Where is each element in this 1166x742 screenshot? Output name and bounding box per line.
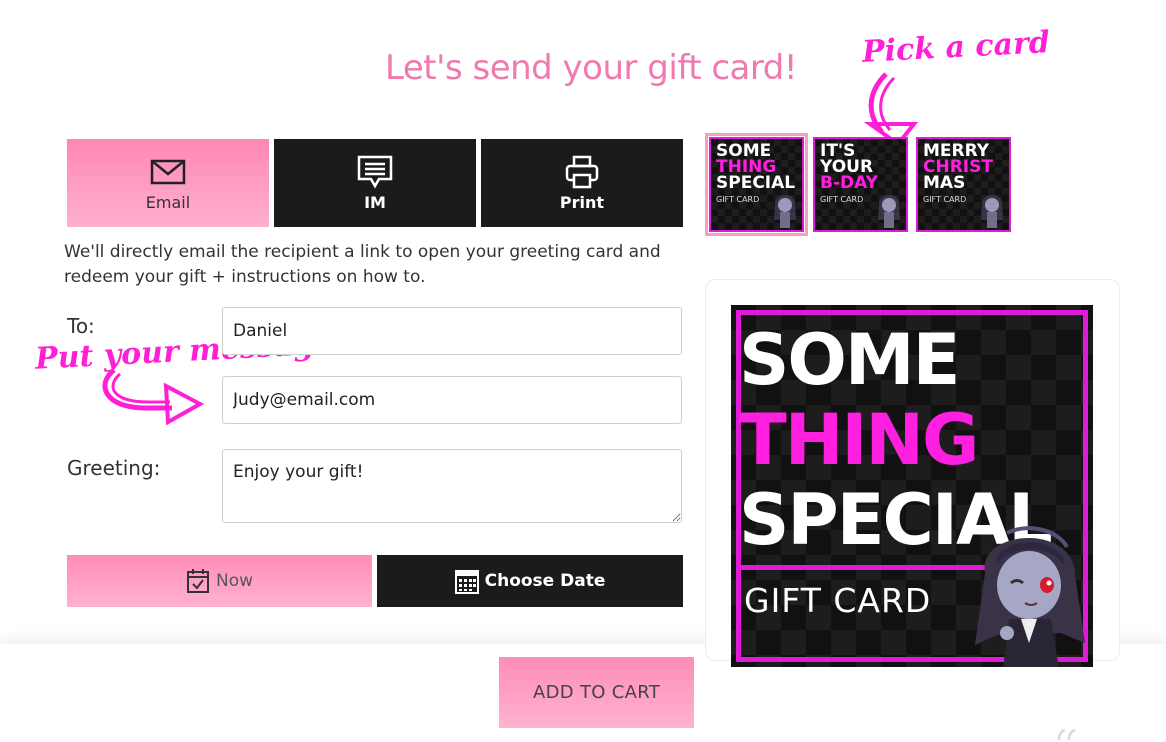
tab-im[interactable]: IM: [274, 139, 476, 227]
curved-arrow-right-icon: [102, 368, 205, 426]
chibi-character-image: [774, 195, 796, 228]
card-line: SPECIAL: [716, 173, 796, 194]
chat-icon: [357, 155, 393, 189]
tab-im-label: IM: [364, 192, 386, 212]
calendar-icon: [454, 570, 479, 594]
send-now-label: Now: [215, 571, 254, 591]
recipient-email-input[interactable]: [222, 376, 682, 424]
card-line: B-DAY: [820, 173, 878, 194]
tab-print-label: Print: [559, 192, 605, 212]
chibi-character-image: [981, 195, 1003, 228]
to-label: To:: [67, 314, 95, 338]
preview-line: THING: [739, 399, 979, 481]
delivery-description: We'll directly email the recipient a lin…: [64, 242, 661, 287]
card-thumbnail-merry-christmas[interactable]: MERRY CHRIST MAS GIFT CARD: [916, 137, 1011, 232]
add-to-cart-button[interactable]: ADD TO CART: [499, 657, 694, 728]
card-preview-image: SOME THING SPECIAL GIFT CARD: [731, 305, 1093, 667]
choose-date-button[interactable]: Choose Date: [377, 555, 683, 607]
tab-print[interactable]: Print: [481, 139, 683, 227]
tab-email[interactable]: Email: [67, 139, 269, 227]
quote-mark-icon: [1057, 728, 1076, 741]
preview-subtitle: GIFT CARD: [744, 581, 932, 620]
tab-email-label: Email: [145, 192, 191, 212]
greeting-label: Greeting:: [67, 456, 161, 480]
greeting-textarea[interactable]: Enjoy your gift!: [222, 449, 682, 523]
envelope-icon: [150, 159, 186, 184]
preview-line: SOME: [739, 319, 960, 401]
chibi-character-image: [975, 526, 1085, 667]
chibi-character-image: [878, 195, 900, 228]
calendar-check-icon: [186, 569, 209, 593]
send-now-button[interactable]: Now: [67, 555, 372, 607]
card-thumbnail-its-your-bday[interactable]: IT'S YOUR B-DAY GIFT CARD: [813, 137, 908, 232]
card-thumbnail-something-special[interactable]: SOME THING SPECIAL GIFT CARD: [705, 133, 808, 236]
card-line: MAS: [923, 173, 966, 194]
recipient-name-input[interactable]: [222, 307, 682, 355]
choose-date-label: Choose Date: [484, 571, 606, 591]
printer-icon: [565, 155, 599, 188]
